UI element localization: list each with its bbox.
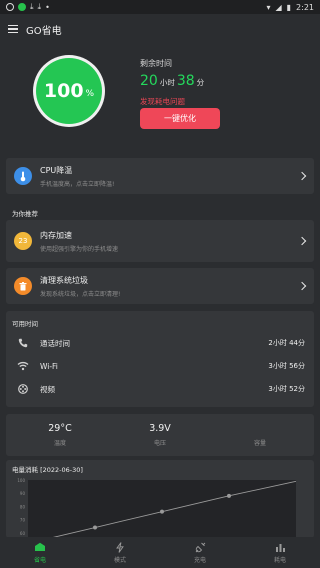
remaining-time: 20 小时 38 分 [140,73,204,89]
memory-icon-text: 23 [18,237,28,245]
clean-junk-card[interactable]: 清理系统垃圾 发现系统垃圾，点击立即清理! [6,268,314,304]
usage-time-card: 可用时间 通话时间 2小时 44分 Wi-Fi 3小时 56分 视频 3小时 5… [6,311,314,407]
clean-junk-title: 清理系统垃圾 [40,275,88,285]
nav-item-consumption[interactable]: 耗电 [240,542,320,564]
app-notification-icon [18,3,26,11]
notification-dot-icon: • [45,2,50,12]
optimize-button[interactable]: 一键优化 [140,108,220,129]
battery-percent: 100 [43,80,84,102]
nav-label: 模式 [113,556,126,564]
memory-boost-card[interactable]: 23 内存加速 使用超强引擎为你的手机增速 [6,220,314,262]
battery-overview: 100 % 剩余时间 20 小时 38 分 发现耗电问题 一键优化 [0,44,320,150]
chevron-right-icon [297,236,307,246]
wifi-status-icon: ▾ [266,2,271,12]
remaining-hours: 20 [140,73,158,89]
usage-row-video: 视频 3小时 52分 [6,378,314,400]
voltage-value: 3.9V [149,423,171,434]
usage-label: 通话时间 [40,338,70,348]
temperature-value: 29°C [48,423,72,434]
wifi-icon [16,361,30,371]
remaining-minutes: 38 [176,73,195,89]
cpu-cooling-subtitle: 手机温度高，点击立即降温! [40,180,115,188]
battery-level-ring: 100 % [36,58,102,124]
usage-row-wifi: Wi-Fi 3小时 56分 [6,355,314,377]
video-icon [16,384,30,394]
chart-plot-area [28,480,296,538]
clean-junk-subtitle: 发现系统垃圾，点击立即清理! [40,290,121,298]
app-bar: GO省电 [0,14,320,44]
battery-icon [34,542,46,553]
notification-icon [6,3,14,11]
battery-stats-card: 29°C 温度 3.9V 电压 容量 [6,414,314,456]
voltage-label: 电压 [153,440,166,447]
clock: 2:21 [296,2,314,12]
status-bar-notifications: ⤓ ⤓ • [6,2,50,12]
chevron-right-icon [297,281,307,291]
chevron-right-icon [297,171,307,181]
usage-section-label: 可用时间 [12,320,38,328]
nav-label: 省电 [33,556,46,564]
nav-label: 耗电 [273,556,286,564]
status-bar-system: ▾ ◢ ▮ 2:21 [266,3,314,12]
recommend-section-label: 为你推荐 [12,210,38,218]
memory-boost-title: 内存加速 [40,230,72,240]
usage-value: 3小时 56分 [268,362,305,370]
battery-status-icon: ▮ [286,2,292,12]
minutes-unit: 分 [196,78,205,87]
thermometer-icon [14,167,32,185]
battery-warning: 发现耗电问题 [140,97,185,106]
menu-icon[interactable] [8,25,18,33]
y-tick-label: 70 [20,518,26,523]
y-tick-label: 80 [20,504,26,509]
usage-label: Wi-Fi [40,361,58,371]
hours-unit: 小时 [159,78,175,87]
capacity-label: 容量 [253,440,266,447]
usage-value: 3小时 52分 [268,385,305,393]
remaining-time-label: 剩余时间 [140,59,172,68]
y-tick-label: 90 [20,491,26,496]
memory-boost-subtitle: 使用超强引擎为你的手机增速 [40,245,119,253]
capacity-value [230,423,290,434]
chart-title: 电量消耗 [2022-06-30] [12,466,83,474]
nav-item-save-power[interactable]: 省电 [0,542,80,564]
voltage-stat: 3.9V 电压 [130,423,190,447]
cpu-cooling-title: CPU降温 [40,165,73,175]
temperature-label: 温度 [53,440,66,447]
nav-item-charge[interactable]: 充电 [160,542,240,564]
download-icon: ⤓ [37,2,42,11]
nav-item-mode[interactable]: 模式 [80,541,160,564]
cpu-cooling-card[interactable]: CPU降温 手机温度高，点击立即降温! [6,158,314,194]
signal-icon: ◢ [275,2,282,12]
phone-icon [16,338,30,348]
bottom-navigation: 省电 模式 充电 耗电 [0,537,320,568]
y-tick-label: 100 [17,478,25,483]
usage-row-call: 通话时间 2小时 44分 [6,332,314,354]
battery-percent-unit: % [85,89,95,99]
trash-icon [14,277,32,295]
memory-icon: 23 [14,232,32,250]
plug-icon [195,542,206,553]
temperature-stat: 29°C 温度 [30,423,90,447]
data-point [227,493,231,498]
usage-label: 视频 [40,384,55,394]
bar-chart-icon [275,542,286,553]
usage-value: 2小时 44分 [268,339,305,347]
power-consumption-chart-card: 1009080706050 电量消耗 [2022-06-30] [6,460,314,538]
capacity-stat: 容量 [230,423,290,447]
download-icon: ⤓ [30,2,34,11]
nav-label: 充电 [193,556,206,564]
y-tick-label: 60 [20,531,26,536]
app-title: GO省电 [26,25,62,37]
data-point [160,509,164,514]
status-bar: ⤓ ⤓ • ▾ ◢ ▮ 2:21 [0,0,320,14]
data-point [93,525,97,530]
bolt-icon [116,541,124,553]
